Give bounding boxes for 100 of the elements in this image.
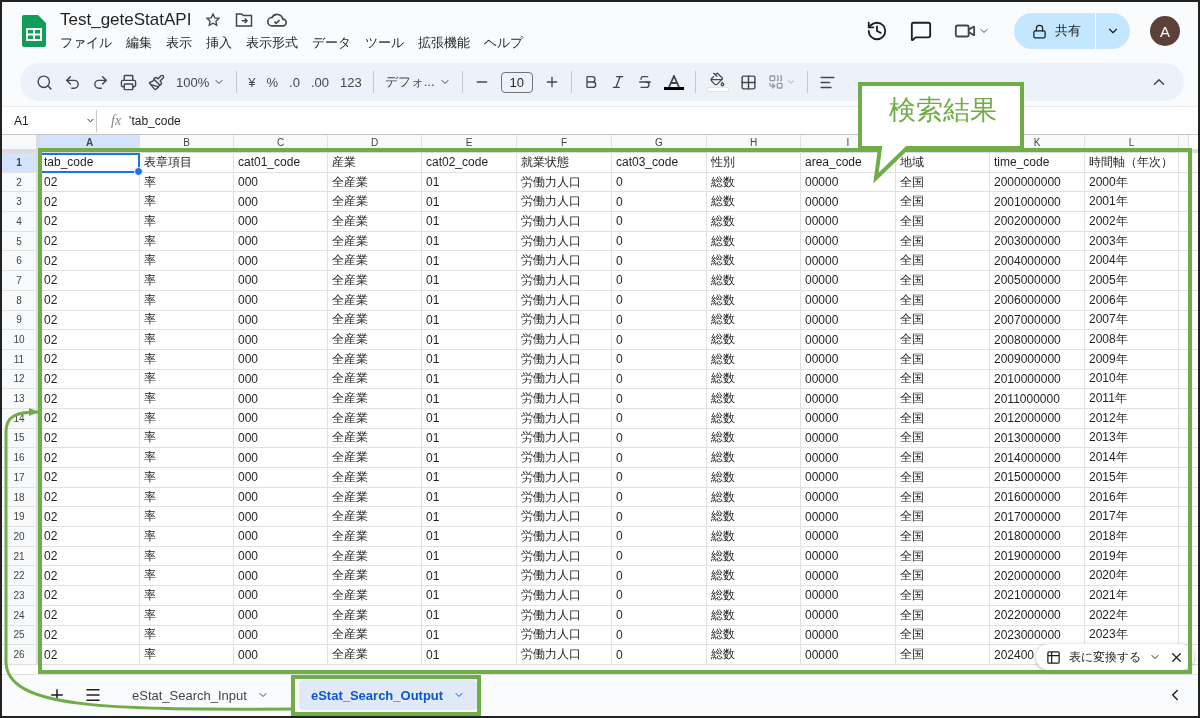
merge-cells-icon[interactable] (768, 74, 796, 90)
name-box[interactable]: A1 (2, 113, 96, 128)
table-cell: 労働力人口 (517, 310, 612, 331)
table-cell: 00000 (801, 625, 896, 646)
table-cell: 01 (422, 468, 517, 488)
share-button[interactable]: 共有 (1014, 13, 1130, 49)
percent-button[interactable]: % (266, 74, 279, 90)
table-cell: 01 (422, 271, 517, 291)
history-icon[interactable] (866, 20, 888, 42)
table-cell: cat01_code (234, 153, 328, 173)
table-cell: 労働力人口 (517, 192, 612, 213)
table-cell: 01 (422, 507, 517, 528)
redo-icon[interactable] (92, 73, 109, 91)
sheets-logo-icon[interactable] (22, 15, 46, 47)
table-cell: 00000 (801, 487, 896, 508)
table-cell: 0 (612, 487, 707, 508)
font-size-field[interactable]: 10 (500, 71, 533, 93)
row-number[interactable]: 1 (2, 153, 40, 173)
row-number[interactable]: 3 (2, 192, 40, 213)
table-cell: 000 (234, 566, 328, 587)
table-cell: 労働力人口 (517, 330, 612, 350)
table-cell: 00000 (801, 349, 896, 370)
convert-to-table-popup[interactable]: 表に変換する (1036, 644, 1194, 670)
table-cell: 総数 (707, 428, 801, 449)
plus-icon[interactable] (544, 74, 560, 90)
zoom-dropdown[interactable]: 100% (176, 74, 226, 90)
table-cell: 就業状態 (517, 153, 612, 173)
row-number[interactable]: 6 (2, 251, 40, 272)
menu-item[interactable]: 編集 (126, 34, 152, 52)
menu-item[interactable]: 表示形式 (246, 34, 298, 52)
row-number[interactable]: 10 (2, 330, 40, 350)
menu-item[interactable]: ヘルプ (484, 34, 523, 52)
table-cell: 2002000000 (990, 212, 1085, 232)
menu-item[interactable]: データ (312, 34, 351, 52)
table-cell: 01 (422, 546, 517, 567)
table-cell: 02 (40, 566, 140, 587)
currency-button[interactable]: ¥ (248, 74, 256, 90)
table-cell: 2002年 (1085, 212, 1179, 232)
table-cell: 01 (422, 527, 517, 547)
table-cell: 総数 (707, 271, 801, 291)
print-icon[interactable] (120, 73, 137, 91)
undo-icon[interactable] (64, 73, 81, 91)
number-format-button[interactable]: 123 (339, 74, 362, 90)
table-cell: 2009000000 (990, 349, 1085, 370)
table-cell: 労働力人口 (517, 527, 612, 547)
avatar[interactable]: A (1150, 16, 1180, 46)
row-number[interactable]: 4 (2, 212, 40, 232)
sheet-tab[interactable]: eStat_Search_Input (120, 680, 281, 711)
table-cell: 00000 (801, 566, 896, 587)
menu-item[interactable]: 拡張機能 (418, 34, 470, 52)
row-number[interactable]: 13 (2, 389, 40, 409)
borders-icon[interactable] (740, 73, 757, 91)
table-cell: 0 (612, 192, 707, 213)
menu-item[interactable]: ファイル (60, 34, 112, 52)
table-cell: 000 (234, 625, 328, 646)
star-icon[interactable] (205, 12, 222, 28)
fill-handle[interactable] (134, 166, 143, 176)
paint-format-icon[interactable] (148, 73, 165, 91)
table-cell: 0 (612, 645, 707, 665)
comment-icon[interactable] (910, 20, 932, 42)
table-cell: 02 (40, 251, 140, 272)
table-cell: 総数 (707, 310, 801, 331)
row-number[interactable]: 7 (2, 271, 40, 291)
italic-icon[interactable] (610, 74, 626, 90)
sheet-tab[interactable]: eStat_Search_Output (298, 680, 478, 711)
table-cell: 000 (234, 192, 328, 213)
document-title[interactable]: Test_geteStatAPI (60, 10, 192, 30)
table-cell: 000 (234, 212, 328, 232)
folder-icon[interactable] (235, 12, 254, 28)
formula-field[interactable]: 'tab_code (129, 113, 181, 128)
table-cell: 02 (40, 271, 140, 291)
decrease-decimal-button[interactable]: .0 (289, 74, 300, 90)
search-icon[interactable] (36, 73, 53, 91)
cloud-check-icon[interactable] (267, 13, 288, 27)
fill-color-icon[interactable] (707, 72, 729, 92)
menu-item[interactable]: ツール (365, 34, 404, 52)
table-cell: 000 (234, 605, 328, 626)
table-cell: 率 (140, 389, 234, 409)
increase-decimal-button[interactable]: .00 (310, 74, 329, 90)
table-cell: 全産業 (328, 369, 422, 390)
table-cell: 労働力人口 (517, 428, 612, 449)
table-cell: 2009年 (1085, 349, 1179, 370)
table-cell: 全産業 (328, 487, 422, 508)
table-cell: 2003000000 (990, 231, 1085, 252)
table-cell: 総数 (707, 389, 801, 409)
table-cell: 2020年 (1085, 566, 1179, 587)
font-dropdown[interactable]: デフォ... (384, 73, 451, 91)
bold-icon[interactable] (583, 74, 599, 90)
menu-item[interactable]: 表示 (166, 34, 192, 52)
table-cell: 全産業 (328, 290, 422, 311)
table-cell: 率 (140, 310, 234, 331)
table-cell: 000 (234, 310, 328, 331)
table-cell: 率 (140, 172, 234, 193)
menu-item[interactable]: 挿入 (206, 34, 232, 52)
table-cell: 00000 (801, 192, 896, 213)
strikethrough-icon[interactable] (637, 74, 653, 90)
share-label: 共有 (1055, 22, 1081, 40)
table-cell: 労働力人口 (517, 468, 612, 488)
table-cell: 全国 (896, 251, 990, 272)
text-color-icon[interactable] (664, 74, 684, 90)
